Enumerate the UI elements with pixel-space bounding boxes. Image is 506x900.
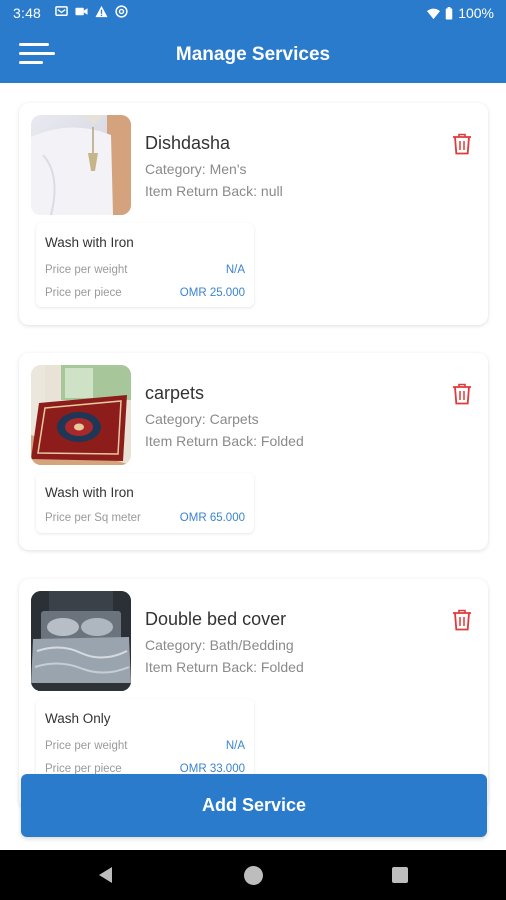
add-service-button[interactable]: Add Service xyxy=(21,774,487,837)
pricing-box: Wash with Iron Price per weight N/A Pric… xyxy=(36,223,254,307)
system-nav-bar xyxy=(0,850,506,900)
delete-icon[interactable] xyxy=(452,609,472,631)
services-list[interactable]: Dishdasha Category: Men's Item Return Ba… xyxy=(0,83,506,850)
red-carpet-image xyxy=(31,365,131,465)
home-icon[interactable] xyxy=(244,866,263,885)
pricing-value: N/A xyxy=(225,264,245,276)
battery-icon xyxy=(445,6,453,20)
white-dishdasha-image xyxy=(31,115,131,215)
service-return-back: Item Return Back: Folded xyxy=(145,433,304,449)
pricing-row: Price per weight N/A xyxy=(45,264,245,276)
pricing-value: N/A xyxy=(225,740,245,752)
pricing-label: Price per weight xyxy=(45,264,128,276)
pricing-value: OMR 25.000 xyxy=(179,287,245,299)
alert-icon xyxy=(95,5,108,18)
message-icon xyxy=(55,6,68,16)
recent-apps-icon[interactable] xyxy=(392,867,408,883)
pricing-label: Price per weight xyxy=(45,740,128,752)
battery-percent: 100% xyxy=(458,5,494,21)
pricing-box: Wash Only Price per weight N/A Price per… xyxy=(36,699,254,783)
app-bar: Manage Services xyxy=(0,26,506,83)
service-category: Category: Carpets xyxy=(145,411,259,427)
pricing-title: Wash Only xyxy=(45,711,111,726)
delete-icon[interactable] xyxy=(452,383,472,405)
pricing-box: Wash with Iron Price per Sq meter OMR 65… xyxy=(36,473,254,533)
service-name: Double bed cover xyxy=(145,609,287,629)
service-category: Category: Men's xyxy=(145,161,247,177)
pricing-label: Price per piece xyxy=(45,287,122,299)
service-card-carpets[interactable]: carpets Category: Carpets Item Return Ba… xyxy=(19,353,488,550)
pricing-value: OMR 65.000 xyxy=(179,512,245,524)
service-category: Category: Bath/Bedding xyxy=(145,637,294,653)
wifi-icon xyxy=(427,8,441,19)
service-card-dishdasha[interactable]: Dishdasha Category: Men's Item Return Ba… xyxy=(19,103,488,325)
service-name: Dishdasha xyxy=(145,133,231,153)
back-icon[interactable] xyxy=(97,866,113,884)
pricing-title: Wash with Iron xyxy=(45,235,134,250)
pricing-row: Price per Sq meter OMR 65.000 xyxy=(45,512,245,524)
service-return-back: Item Return Back: Folded xyxy=(145,659,304,675)
service-return-back: Item Return Back: null xyxy=(145,183,283,199)
page-title: Manage Services xyxy=(175,44,331,65)
status-time: 3:48 xyxy=(13,5,42,21)
status-bar: 3:48 100% xyxy=(0,0,506,26)
pricing-title: Wash with Iron xyxy=(45,485,134,500)
at-sign-icon xyxy=(115,5,128,18)
video-icon xyxy=(75,7,88,16)
bed-cover-image xyxy=(31,591,131,691)
pricing-row: Price per piece OMR 25.000 xyxy=(45,287,245,299)
pricing-row: Price per weight N/A xyxy=(45,740,245,752)
delete-icon[interactable] xyxy=(452,133,472,155)
service-name: carpets xyxy=(145,383,205,403)
pricing-label: Price per Sq meter xyxy=(45,512,141,524)
